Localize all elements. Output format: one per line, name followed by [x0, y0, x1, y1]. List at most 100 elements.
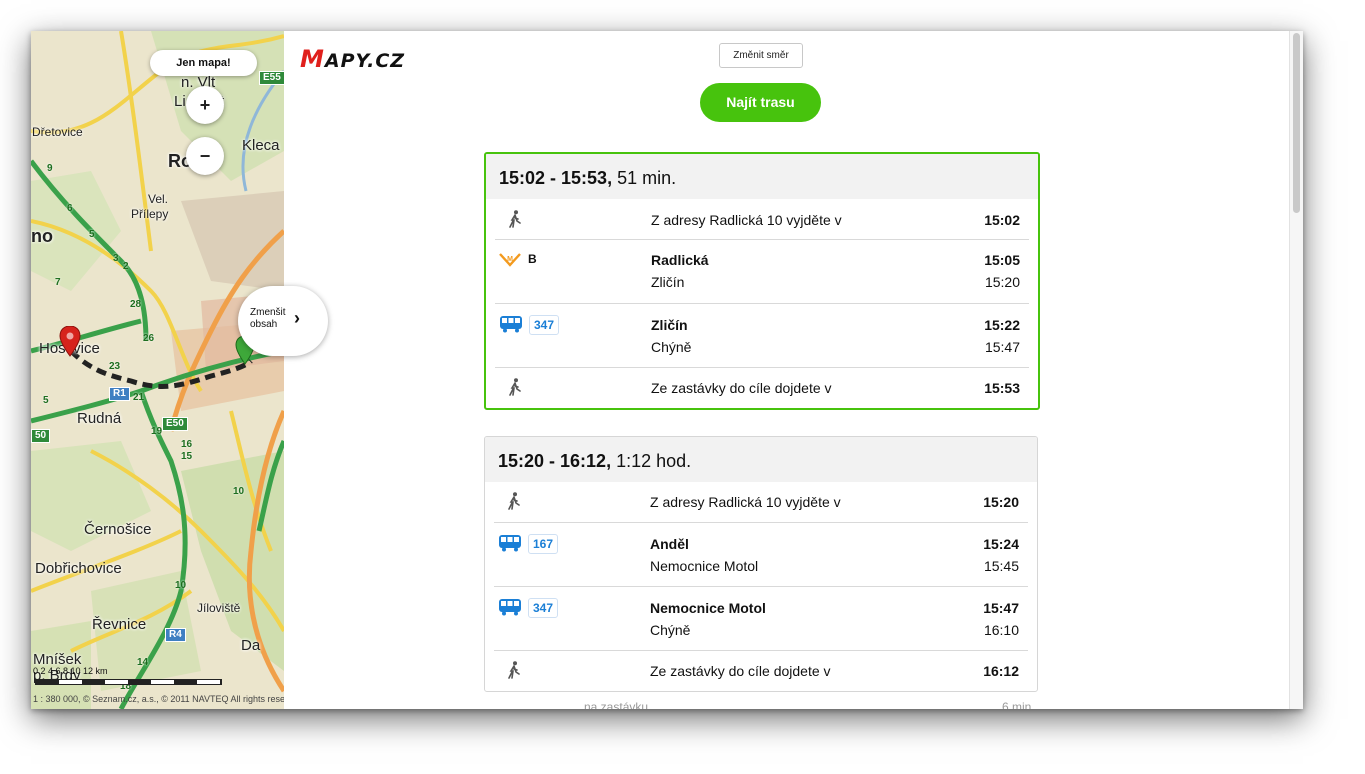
map-label-kleca: Kleca	[242, 137, 280, 154]
zoom-in-button[interactable]: +	[186, 86, 224, 124]
find-route-button[interactable]: Najít trasu	[700, 83, 821, 122]
road-number: 10	[175, 580, 187, 591]
cut-off-text-left: na zastávku	[584, 700, 649, 709]
step-time-from: 15:24	[983, 536, 1019, 552]
road-number: 7	[55, 277, 61, 288]
bus-icon	[499, 599, 521, 616]
map-panel[interactable]: Dřetovice n. Vlt Li n. Vlt Kleca Ro ky V…	[31, 31, 284, 709]
step-text: Ze zastávky do cíle dojdete v	[651, 380, 832, 396]
map-copyright: 1 : 380 000, © Seznam.cz, a.s., © 2011 N…	[33, 694, 284, 704]
logo-rest: APY.CZ	[324, 50, 406, 72]
collapse-label-line1: Zmenšit	[250, 307, 286, 318]
step-to: Zličín	[651, 274, 685, 290]
zoom-out-button[interactable]: −	[186, 137, 224, 175]
walk-icon	[509, 210, 521, 228]
logo-first-letter: M	[300, 45, 325, 73]
map-label-dretovice: Dřetovice	[32, 125, 83, 139]
change-direction-button[interactable]: Změnit směr	[719, 43, 803, 68]
scale-labels: 0 2 4 6 8 10 12 km	[33, 666, 108, 676]
road-number: 19	[151, 426, 163, 437]
route-card-1[interactable]: 15:02 - 15:53, 51 min. Z adresy Radlická…	[484, 152, 1040, 410]
bus-line-badge: 167	[528, 534, 559, 554]
road-number: 14	[137, 657, 149, 668]
map-label-vel: Vel.	[148, 192, 169, 206]
step-time-from: 15:22	[984, 317, 1020, 333]
map-label-rudna: Rudná	[77, 410, 122, 427]
route-step: Ze zastávky do cíle dojdete v 16:12	[494, 650, 1028, 691]
road-number: 28	[130, 299, 142, 310]
scrollbar-thumb[interactable]	[1293, 33, 1300, 213]
step-time: 15:02	[984, 212, 1020, 228]
road-number: 10	[233, 486, 245, 497]
metro-icon: M	[499, 253, 521, 267]
app-window: Dřetovice n. Vlt Li n. Vlt Kleca Ro ky V…	[31, 31, 1303, 709]
route-step: 167 Anděl Nemocnice Motol 15:24 15:45	[494, 522, 1028, 586]
map-label-da: Da	[241, 637, 261, 654]
svg-text:M: M	[507, 256, 513, 263]
road-badge-e50: E50	[162, 417, 188, 431]
road-number: 6	[67, 203, 73, 214]
walk-icon	[508, 492, 520, 510]
step-time-to: 15:45	[983, 558, 1019, 574]
collapse-label-line2: obsah	[250, 319, 278, 330]
road-badge-r1: R1	[109, 387, 130, 401]
route-step: 347 Nemocnice Motol Chýně 15:47 16:10	[494, 586, 1028, 650]
road-number: 5	[89, 229, 95, 240]
bus-icon	[500, 316, 522, 333]
route-header: 15:02 - 15:53, 51 min.	[486, 154, 1038, 199]
step-time: 15:20	[983, 494, 1019, 510]
road-number: 16	[181, 439, 193, 450]
route-step: 347 Zličín Chýně 15:22 15:47	[495, 303, 1029, 367]
route-duration: 51 min.	[617, 168, 677, 188]
map-label-dobrichovice: Dobřichovice	[35, 560, 122, 577]
route-step: Ze zastávky do cíle dojdete v 15:53	[495, 367, 1029, 408]
route-step: M B Radlická Zličín 15:05 15:20	[495, 239, 1029, 303]
map-label-jiloviste: Jíloviště	[197, 601, 241, 615]
route-step: Z adresy Radlická 10 vyjděte v 15:20	[494, 482, 1028, 522]
step-from: Anděl	[650, 536, 689, 552]
route-header: 15:20 - 16:12, 1:12 hod.	[485, 437, 1037, 482]
step-to: Chýně	[650, 622, 691, 638]
road-badge-r4: R4	[165, 628, 186, 642]
step-time: 16:12	[983, 663, 1019, 679]
bus-line-badge: 347	[528, 598, 559, 618]
scale-bar	[35, 679, 222, 685]
step-time: 15:53	[984, 380, 1020, 396]
route-card-2[interactable]: 15:20 - 16:12, 1:12 hod. Z adresy Radlic…	[484, 436, 1038, 692]
route-time-range: 15:20 - 16:12,	[498, 451, 612, 471]
step-from: Radlická	[651, 252, 709, 268]
vertical-scrollbar[interactable]	[1289, 31, 1303, 709]
step-to: Chýně	[651, 339, 692, 355]
content-panel: MAPY.CZ Změnit směr Najít trasu 15:02 - …	[284, 31, 1290, 709]
mapy-logo[interactable]: MAPY.CZ	[300, 45, 405, 73]
walk-icon	[509, 378, 521, 396]
map-label-no: no	[31, 226, 53, 246]
metro-line: B	[528, 252, 537, 266]
road-badge-e55: E55	[259, 71, 284, 85]
step-time-to: 15:47	[984, 339, 1020, 355]
route-step: Z adresy Radlická 10 vyjděte v 15:02	[495, 199, 1029, 239]
road-number: 3	[113, 253, 119, 264]
map-only-button[interactable]: Jen mapa!	[150, 50, 257, 76]
road-number: 5	[43, 395, 49, 406]
step-text: Ze zastávky do cíle dojdete v	[650, 663, 831, 679]
step-time-to: 16:10	[983, 622, 1019, 638]
road-number: 9	[47, 163, 53, 174]
step-time-to: 15:20	[984, 274, 1020, 290]
road-number: 21	[133, 392, 145, 403]
step-text: Z adresy Radlická 10 vyjděte v	[651, 212, 842, 228]
road-number: 15	[181, 451, 193, 462]
bus-line-badge: 347	[529, 315, 560, 335]
road-badge-e50b: 50	[31, 429, 51, 443]
step-text: Z adresy Radlická 10 vyjděte v	[650, 494, 841, 510]
step-from: Nemocnice Motol	[650, 600, 766, 616]
step-time-from: 15:47	[983, 600, 1019, 616]
road-number: 23	[109, 361, 121, 372]
road-number: 26	[143, 333, 155, 344]
step-to: Nemocnice Motol	[650, 558, 759, 574]
route-time-range: 15:02 - 15:53,	[499, 168, 613, 188]
walk-icon	[508, 661, 520, 679]
step-from: Zličín	[651, 317, 688, 333]
cut-off-text-right: 6 min	[1002, 700, 1032, 709]
start-marker-icon[interactable]	[59, 326, 81, 358]
